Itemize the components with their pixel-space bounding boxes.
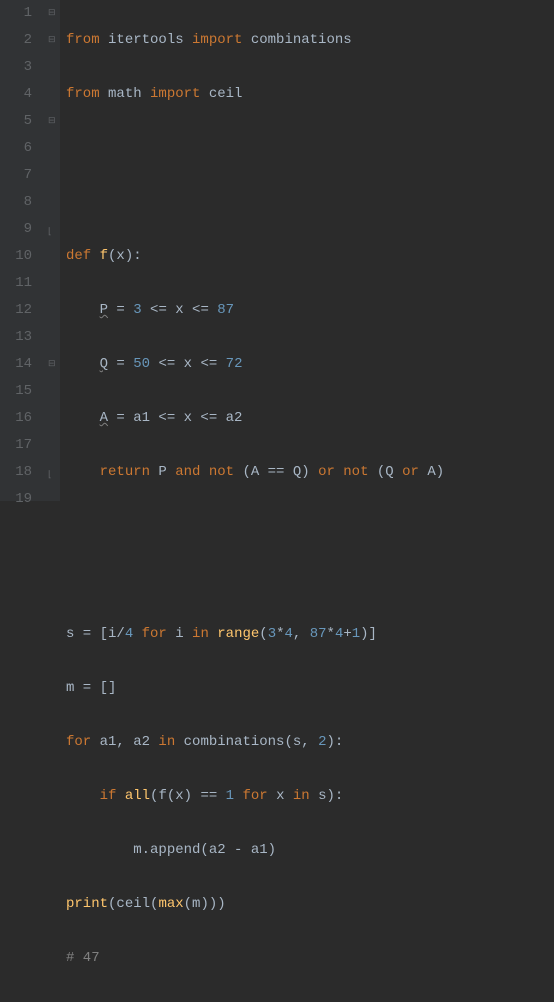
variable: P <box>100 302 108 318</box>
code-line[interactable] <box>66 999 554 1002</box>
code-line[interactable]: m.append(a2 - a1) <box>66 837 554 864</box>
line-number: 11 <box>0 270 32 297</box>
line-number: 19 <box>0 486 32 513</box>
code-line[interactable]: print(ceil(max(m))) <box>66 891 554 918</box>
line-number: 6 <box>0 135 32 162</box>
number: 87 <box>217 302 234 318</box>
code-line[interactable]: P = 3 <= x <= 87 <box>66 297 554 324</box>
fold-icon[interactable]: ⊟ <box>48 36 57 45</box>
keyword: in <box>158 734 183 750</box>
number: 1 <box>352 626 360 642</box>
builtin: range <box>217 626 259 642</box>
code-line[interactable]: m = [] <box>66 675 554 702</box>
line-number: 1 <box>0 0 32 27</box>
line-number: 12 <box>0 297 32 324</box>
line-number: 9 <box>0 216 32 243</box>
fold-icon[interactable]: ⊟ <box>48 9 57 18</box>
keyword: or <box>402 464 427 480</box>
code-line[interactable]: if all(f(x) == 1 for x in s): <box>66 783 554 810</box>
builtin: max <box>158 896 183 912</box>
code-line[interactable]: from itertools import combinations <box>66 27 554 54</box>
keyword: import <box>192 32 251 48</box>
line-number: 2 <box>0 27 32 54</box>
code-line[interactable]: Q = 50 <= x <= 72 <box>66 351 554 378</box>
line-number: 14 <box>0 351 32 378</box>
fold-icon[interactable]: ⊟ <box>48 117 57 126</box>
function-name: f <box>100 248 108 264</box>
fold-end-icon[interactable]: ⌊ <box>48 471 57 480</box>
line-number: 18 <box>0 459 32 486</box>
number: 3 <box>268 626 276 642</box>
number: 1 <box>226 788 234 804</box>
code-editor[interactable]: from itertools import combinations from … <box>60 0 554 501</box>
code-line[interactable]: A = a1 <= x <= a2 <box>66 405 554 432</box>
keyword: or not <box>318 464 377 480</box>
line-number-gutter: 1 2 3 4 5 6 7 8 9 10 11 12 13 14 15 16 1… <box>0 0 46 501</box>
line-number: 15 <box>0 378 32 405</box>
line-number: 3 <box>0 54 32 81</box>
keyword: in <box>192 626 217 642</box>
number: 50 <box>133 356 150 372</box>
keyword: for <box>242 788 276 804</box>
keyword: for <box>66 734 100 750</box>
keyword: import <box>150 86 209 102</box>
code-line[interactable]: # 47 <box>66 945 554 972</box>
variable: A <box>100 410 108 426</box>
number: 3 <box>133 302 141 318</box>
identifier: ceil <box>209 86 243 102</box>
comment: # 47 <box>66 950 100 966</box>
number: 4 <box>335 626 343 642</box>
fold-icon[interactable]: ⊟ <box>48 360 57 369</box>
code-line[interactable] <box>66 513 554 540</box>
keyword: from <box>66 32 108 48</box>
keyword: def <box>66 248 100 264</box>
keyword: for <box>142 626 176 642</box>
identifier: itertools <box>108 32 192 48</box>
code-line[interactable] <box>66 567 554 594</box>
line-number: 17 <box>0 432 32 459</box>
params: (x): <box>108 248 142 264</box>
code-line[interactable]: for a1, a2 in combinations(s, 2): <box>66 729 554 756</box>
line-number: 4 <box>0 81 32 108</box>
line-number: 5 <box>0 108 32 135</box>
number: 72 <box>226 356 243 372</box>
keyword: if <box>100 788 125 804</box>
keyword: from <box>66 86 108 102</box>
number: 4 <box>285 626 293 642</box>
line-number: 10 <box>0 243 32 270</box>
line-number: 7 <box>0 162 32 189</box>
code-line[interactable]: def f(x): <box>66 243 554 270</box>
fold-end-icon[interactable]: ⌊ <box>48 228 57 237</box>
number: 2 <box>318 734 326 750</box>
line-number: 8 <box>0 189 32 216</box>
line-number: 16 <box>0 405 32 432</box>
identifier: math <box>108 86 150 102</box>
keyword: return <box>100 464 159 480</box>
code-line[interactable]: from math import ceil <box>66 81 554 108</box>
code-line[interactable] <box>66 189 554 216</box>
builtin: all <box>125 788 150 804</box>
number: 87 <box>310 626 327 642</box>
line-number: 13 <box>0 324 32 351</box>
variable: Q <box>100 356 108 372</box>
keyword: and not <box>175 464 242 480</box>
code-line[interactable] <box>66 135 554 162</box>
fold-gutter: ⊟ ⊟ ⊟ ⌊ ⊟ ⌊ <box>46 0 60 501</box>
code-line[interactable]: return P and not (A == Q) or not (Q or A… <box>66 459 554 486</box>
code-line[interactable]: s = [i/4 for i in range(3*4, 87*4+1)] <box>66 621 554 648</box>
keyword: in <box>293 788 318 804</box>
number: 4 <box>125 626 133 642</box>
identifier: combinations <box>251 32 352 48</box>
builtin: print <box>66 896 108 912</box>
